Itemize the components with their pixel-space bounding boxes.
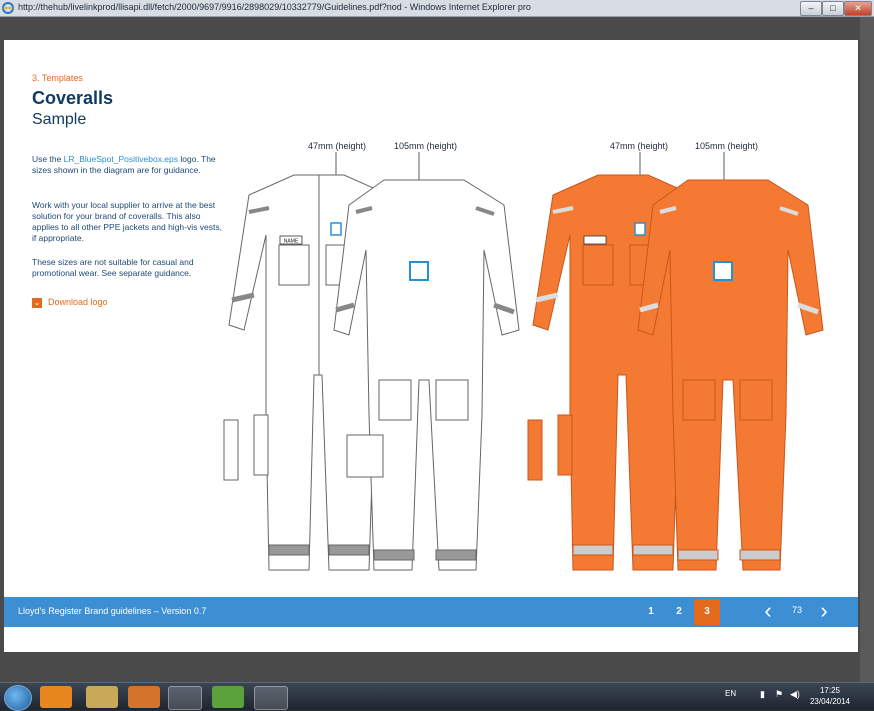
footer-bar: Lloyd's Register Brand guidelines – Vers… — [4, 597, 858, 627]
logo-file-link[interactable]: LR_BlueSpot_Positivebox.eps — [64, 154, 178, 164]
network-icon[interactable]: ▮ — [760, 689, 765, 700]
coveralls-illustration: NAME — [223, 152, 824, 571]
explorer-taskbar-icon[interactable] — [86, 686, 118, 708]
clock-time: 17:25 — [819, 686, 841, 695]
internet-explorer-taskbar-icon[interactable] — [168, 686, 202, 710]
internet-explorer-icon — [2, 2, 14, 14]
section-label: 3. Templates — [32, 73, 83, 83]
view-button-3-label: 3 — [704, 606, 710, 617]
language-indicator[interactable]: EN — [725, 689, 736, 698]
name-tag-orange — [583, 235, 607, 245]
paragraph-logo: Use the LR_BlueSpot_Positivebox.eps logo… — [32, 154, 222, 176]
window-title: http://thehub/livelinkprod/llisapi.dll/f… — [18, 2, 531, 12]
view-button-1-label: 1 — [648, 606, 654, 617]
download-logo-label: Download logo — [48, 297, 108, 307]
page-number: 73 — [792, 605, 803, 615]
paragraph-supplier: Work with your local supplier to arrive … — [32, 200, 222, 243]
chevron-down-icon: ⌄ — [32, 297, 42, 308]
paragraph-note: These sizes are not suitable for casual … — [32, 257, 194, 278]
close-button[interactable]: ✕ — [844, 1, 872, 16]
clock-date: 23/04/2014 — [809, 697, 851, 706]
maximize-button[interactable]: □ — [822, 1, 844, 16]
windows-taskbar: EN ▮ ⚑ ◀) 17:25 23/04/2014 — [0, 682, 874, 711]
lr-logo-small-white — [330, 222, 342, 236]
view-button-2-label: 2 — [676, 606, 682, 617]
chevron-left-icon: ‹ — [764, 598, 772, 623]
view-button-1[interactable]: 1 — [638, 599, 664, 625]
lync-taskbar-icon[interactable] — [254, 686, 288, 710]
prev-page-button[interactable]: ‹ — [758, 597, 778, 627]
lr-logo-small-orange — [634, 222, 646, 236]
vertical-scrollbar[interactable] — [860, 17, 874, 682]
volume-icon[interactable]: ◀) — [790, 689, 800, 700]
download-logo-link[interactable]: ⌄ Download logo — [32, 297, 108, 308]
next-page-button[interactable]: › — [814, 597, 834, 627]
minimize-button[interactable]: – — [800, 1, 822, 16]
lr-logo-large-orange — [713, 261, 733, 281]
communicator-taskbar-icon[interactable] — [212, 686, 244, 708]
window-titlebar: http://thehub/livelinkprod/llisapi.dll/f… — [0, 0, 874, 17]
para1-text: Use the — [32, 154, 64, 164]
flag-icon[interactable]: ⚑ — [775, 689, 783, 700]
chevron-right-icon: › — [820, 598, 828, 623]
page-title: Coveralls — [32, 88, 114, 108]
name-tag-label: NAME — [284, 239, 299, 245]
media-player-taskbar-icon[interactable] — [128, 686, 160, 708]
footer-text: Lloyd's Register Brand guidelines – Vers… — [18, 606, 207, 616]
view-button-3[interactable]: 3 — [694, 599, 720, 625]
system-clock[interactable]: 17:25 23/04/2014 — [805, 685, 855, 707]
page-subtitle: Sample — [32, 111, 87, 128]
view-button-2[interactable]: 2 — [666, 599, 692, 625]
outlook-taskbar-icon[interactable] — [40, 686, 72, 708]
pdf-page: 3. Templates Coveralls Sample Use the LR… — [4, 40, 858, 652]
lr-logo-large-white — [409, 261, 429, 281]
start-button[interactable] — [4, 685, 32, 711]
